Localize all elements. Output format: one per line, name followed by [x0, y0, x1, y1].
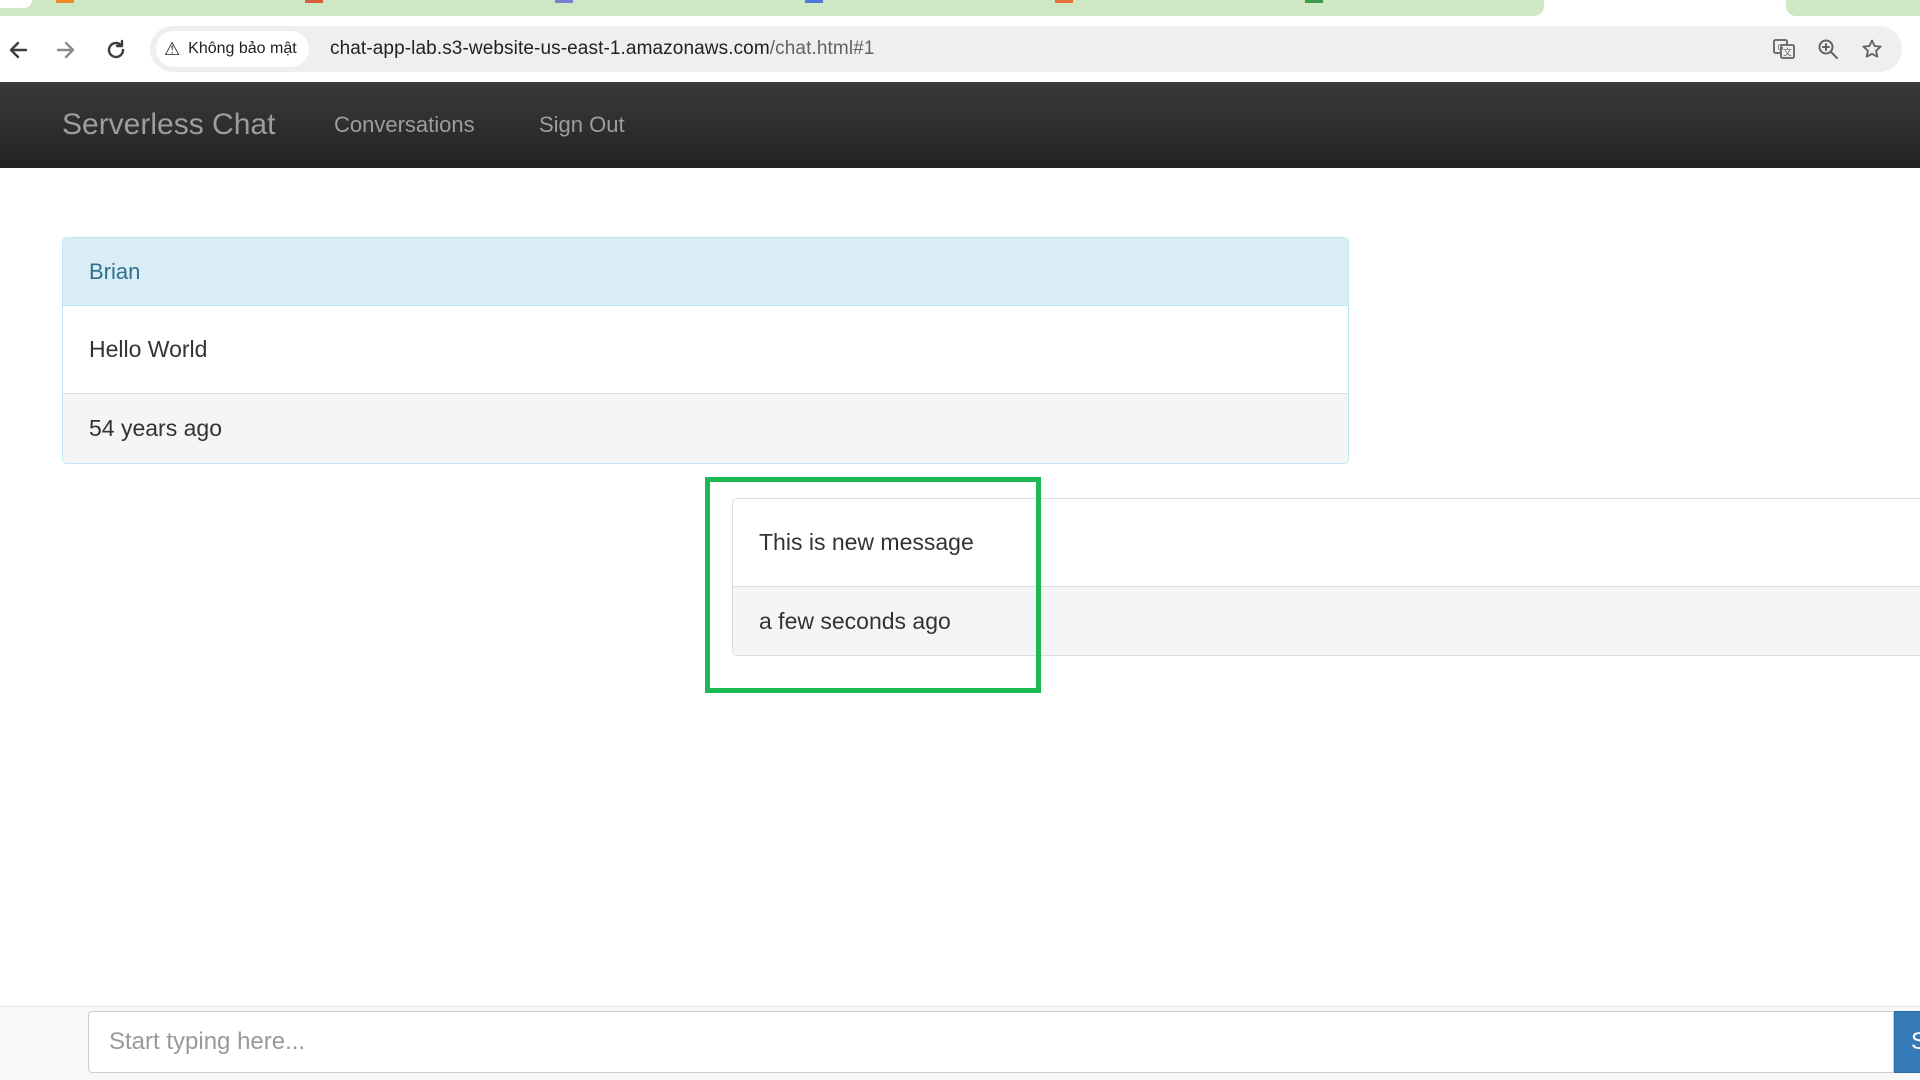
tab-favicon[interactable]	[555, 0, 573, 3]
message-panel-brian: Brian Hello World 54 years ago	[62, 237, 1349, 464]
message-sender: Brian	[63, 238, 1348, 306]
zoom-icon[interactable]	[1814, 35, 1842, 63]
reload-icon[interactable]	[98, 32, 134, 68]
message-composer: Send	[0, 1006, 1920, 1080]
url-path: /chat.html#1	[769, 38, 875, 59]
message-time: 54 years ago	[63, 393, 1348, 463]
security-label: Không bảo mật	[188, 40, 297, 57]
message-time: a few seconds ago	[733, 586, 1920, 655]
tab-group-bar-right[interactable]	[1786, 0, 1920, 16]
browser-toolbar: ⚠ Không bảo mật chat-app-lab.s3-website-…	[0, 16, 1920, 82]
message-input[interactable]	[88, 1011, 1894, 1073]
address-bar[interactable]: ⚠ Không bảo mật chat-app-lab.s3-website-…	[150, 26, 1902, 72]
message-panel-own: This is new message a few seconds ago	[732, 498, 1920, 656]
message-text: This is new message	[733, 499, 1920, 586]
tab-favicon[interactable]	[1305, 0, 1323, 3]
nav-conversations[interactable]: Conversations	[334, 82, 475, 168]
back-arrow-icon[interactable]	[0, 32, 36, 68]
url-text[interactable]: chat-app-lab.s3-website-us-east-1.amazon…	[330, 26, 874, 72]
message-text: Hello World	[63, 306, 1348, 393]
nav-sign-out[interactable]: Sign Out	[539, 82, 625, 168]
active-tab[interactable]	[0, 0, 32, 8]
tab-favicon[interactable]	[1055, 0, 1073, 3]
bookmark-star-icon[interactable]	[1858, 35, 1886, 63]
svg-text:G: G	[1777, 43, 1783, 52]
browser-tab-strip	[0, 0, 1920, 16]
translate-icon[interactable]: 文G	[1770, 35, 1798, 63]
forward-arrow-icon[interactable]	[48, 32, 84, 68]
svg-text:文: 文	[1783, 47, 1792, 58]
tab-favicon[interactable]	[805, 0, 823, 3]
url-host: chat-app-lab.s3-website-us-east-1.amazon…	[330, 38, 770, 59]
tab-favicon[interactable]	[305, 0, 323, 3]
warning-icon: ⚠	[164, 39, 181, 59]
brand-link[interactable]: Serverless Chat	[62, 82, 275, 168]
tab-favicon[interactable]	[56, 0, 74, 3]
app-navbar: Serverless Chat Conversations Sign Out	[0, 82, 1920, 168]
security-chip[interactable]: ⚠ Không bảo mật	[156, 31, 309, 67]
send-button[interactable]: Send	[1894, 1011, 1920, 1073]
